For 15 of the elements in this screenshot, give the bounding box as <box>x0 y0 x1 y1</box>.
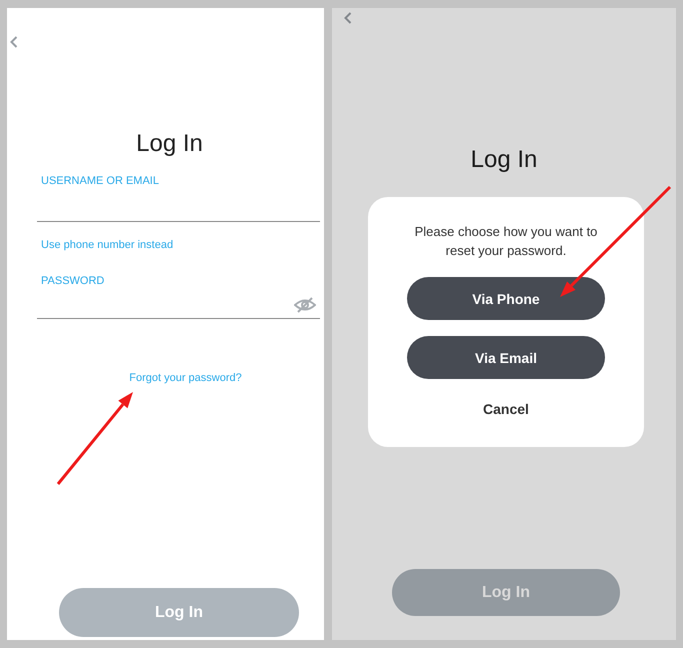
cancel-button[interactable]: Cancel <box>483 402 529 416</box>
reset-option-button[interactable]: Via Phone <box>407 277 605 320</box>
back-icon[interactable] <box>10 36 18 48</box>
login-button[interactable]: Log In <box>392 569 620 616</box>
phone-number-link[interactable]: Use phone number instead <box>41 238 324 252</box>
reset-option-button[interactable]: Via Email <box>407 336 605 379</box>
login-button[interactable]: Log In <box>59 588 299 637</box>
field-label: USERNAME OR EMAIL <box>41 174 160 188</box>
back-icon[interactable] <box>344 12 352 24</box>
forgot-password-link[interactable]: Forgot your password? <box>129 371 242 385</box>
screen-title: Log In <box>136 129 203 159</box>
field-label: PASSWORD <box>41 274 106 288</box>
dialog-message: Please choose how you want to reset your password. <box>414 223 598 260</box>
eye-slash-icon[interactable] <box>294 297 316 313</box>
screen-title: Log In <box>470 145 538 175</box>
